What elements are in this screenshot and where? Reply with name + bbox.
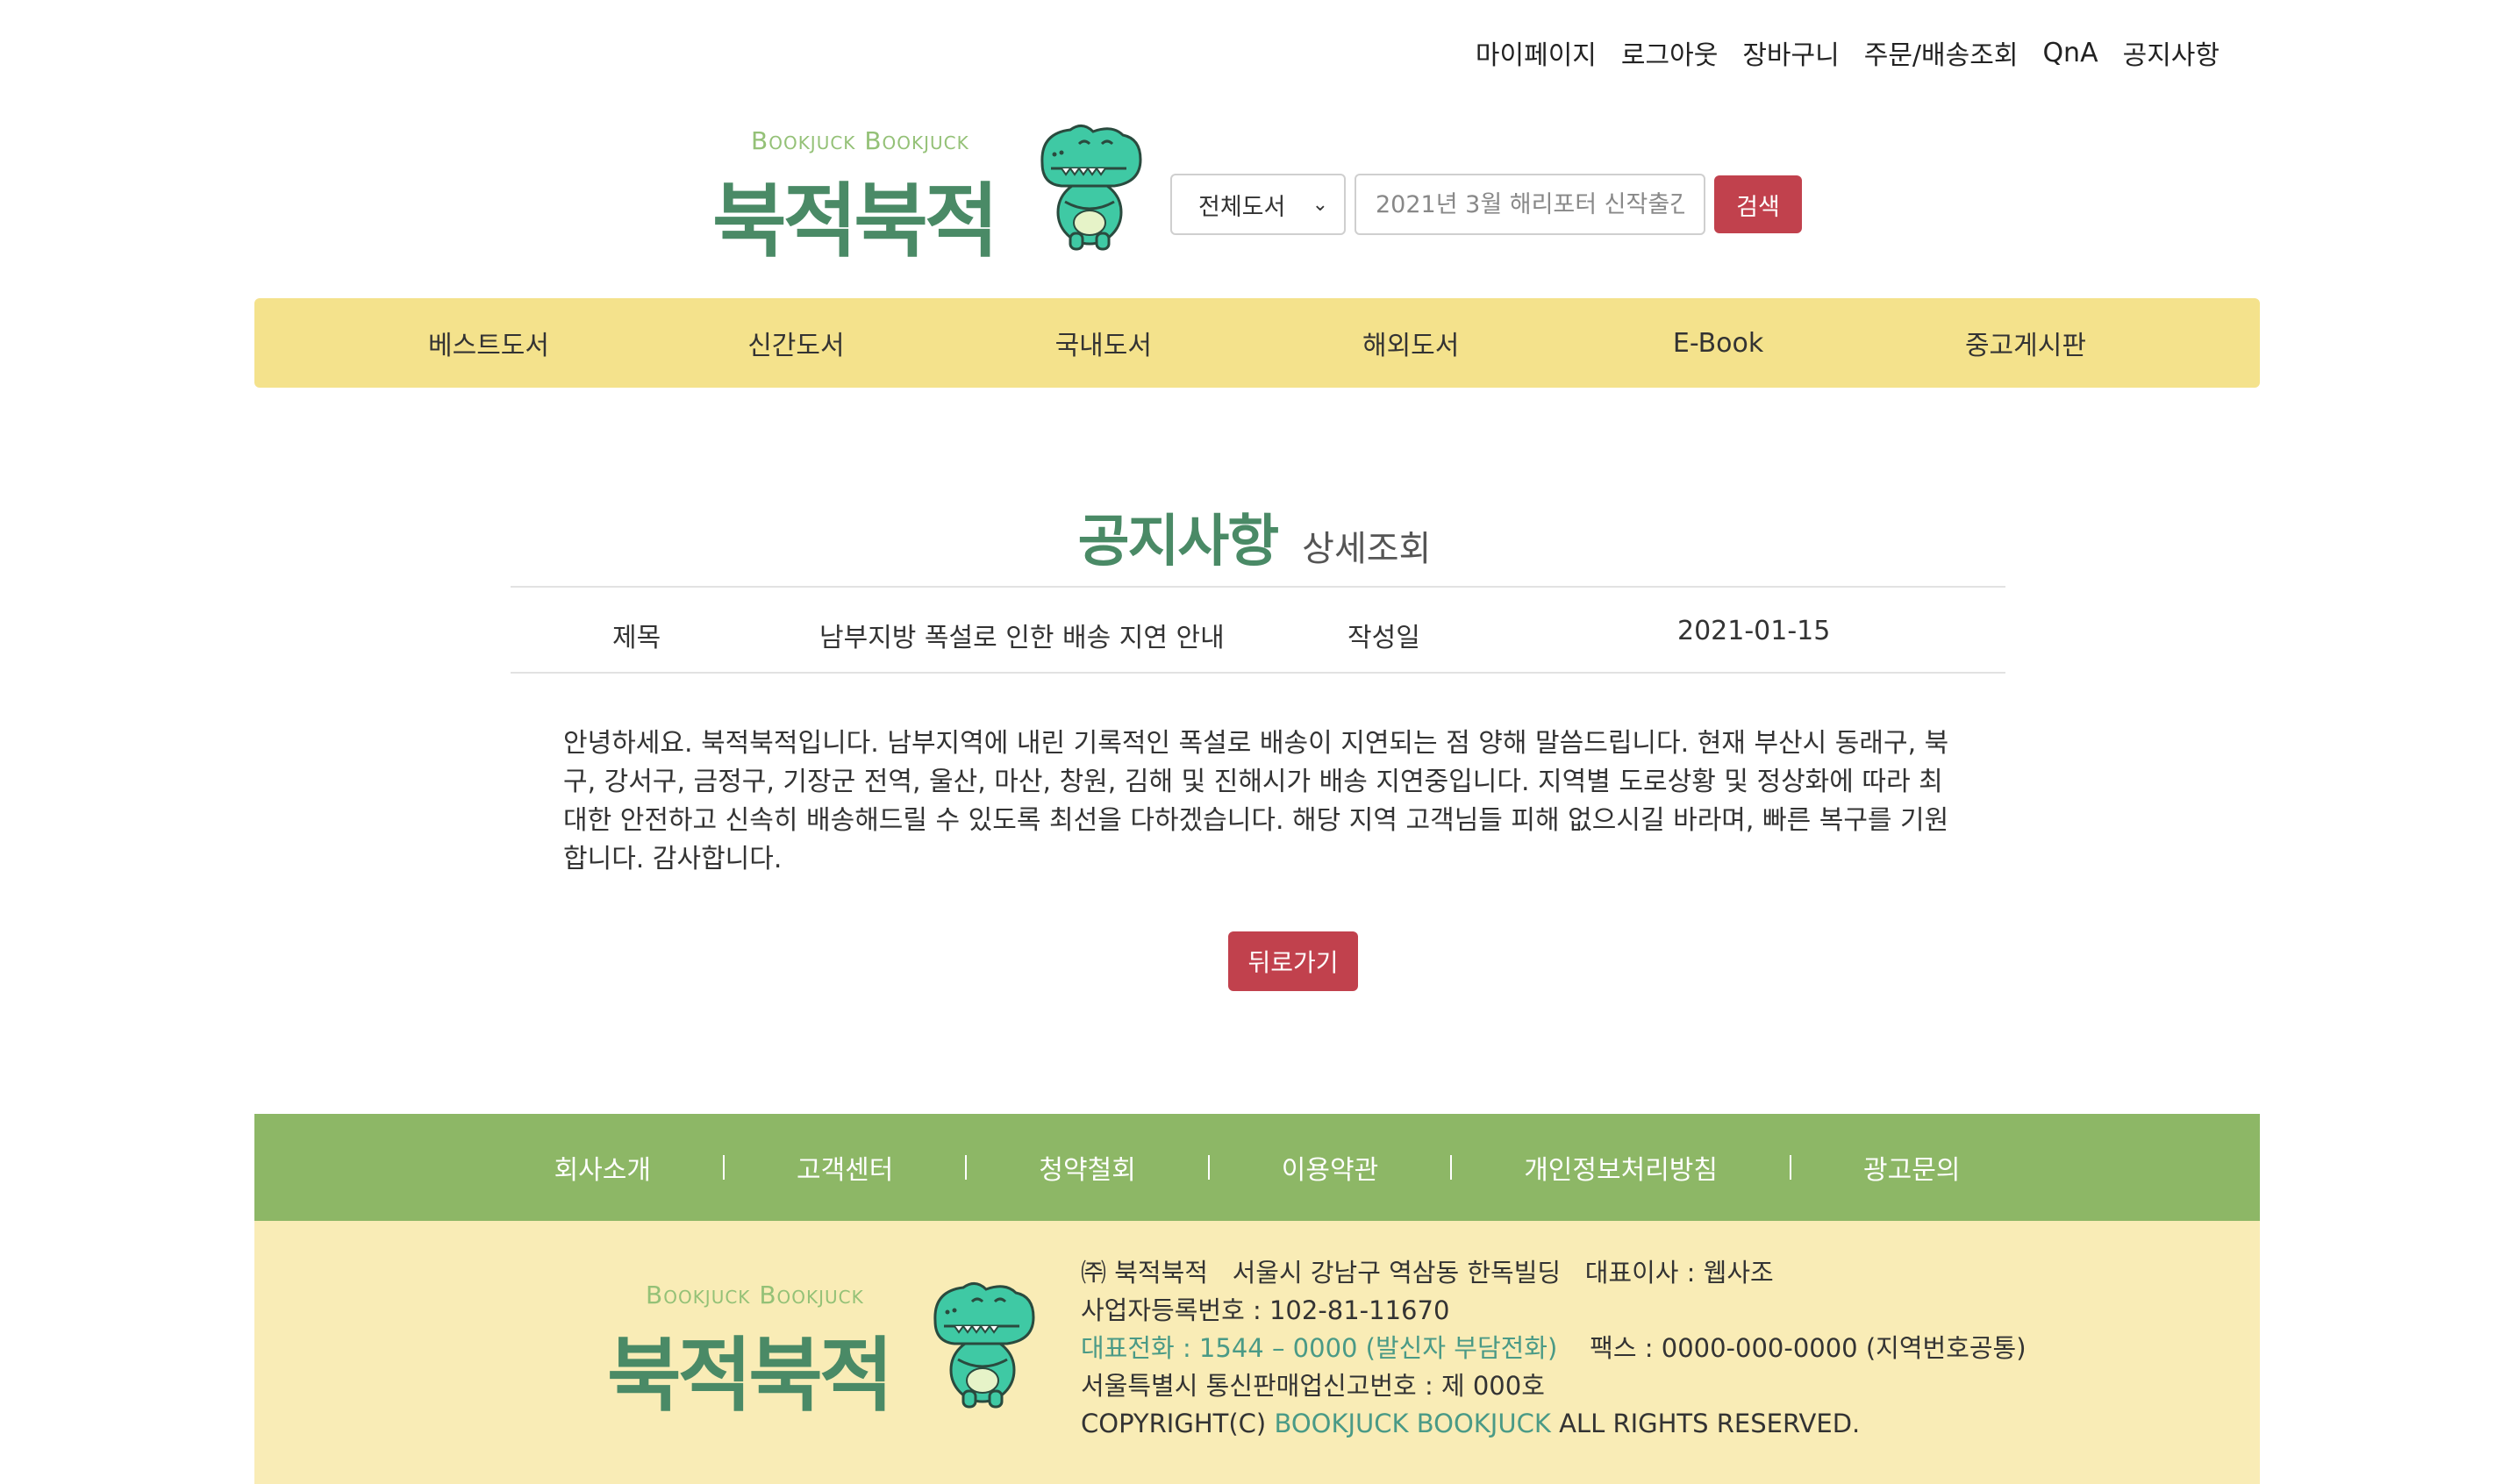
search-input[interactable] <box>1355 174 1705 235</box>
company-address: ㈜ 북적북적 서울시 강남구 역삼동 한독빌딩 대표이사 : 웹사조 <box>1081 1258 1774 1288</box>
divider <box>1207 1155 1210 1180</box>
notice-link[interactable]: 공지사항 <box>2123 33 2220 72</box>
back-button[interactable]: 뒤로가기 <box>1228 931 1358 991</box>
footer-links: 회사소개 고객센터 청약철회 이용약관 개인정보처리방침 광고문의 <box>254 1114 2260 1221</box>
footer-link-about[interactable]: 회사소개 <box>554 1148 651 1187</box>
category-nav: 베스트도서 신간도서 국내도서 해외도서 E-Book 중고게시판 <box>254 298 2260 388</box>
qna-link[interactable]: QnA <box>2042 38 2098 68</box>
footer-link-privacy[interactable]: 개인정보처리방침 <box>1524 1148 1718 1187</box>
date-label: 작성일 <box>1347 623 1420 653</box>
company-info: ㈜ 북적북적 서울시 강남구 역삼동 한독빌딩 대표이사 : 웹사조 사업자등록… <box>1081 1254 2026 1443</box>
top-utility-nav: 마이페이지 로그아웃 장바구니 주문/배송조회 QnA 공지사항 <box>1476 33 2220 72</box>
footer-link-ads[interactable]: 광고문의 <box>1863 1148 1960 1187</box>
footer-link-support[interactable]: 고객센터 <box>797 1148 893 1187</box>
page: 마이페이지 로그아웃 장바구니 주문/배송조회 QnA 공지사항 Bookjuc… <box>0 0 2509 1484</box>
copyright: COPYRIGHT(C) BOOKJUCK BOOKJUCK ALL RIGHT… <box>1081 1405 2026 1443</box>
divider <box>1450 1155 1453 1180</box>
nav-new-books[interactable]: 신간도서 <box>712 324 879 362</box>
footer-link-terms[interactable]: 이용약관 <box>1282 1148 1378 1187</box>
notice-title: 남부지방 폭설로 인한 배송 지연 안내 <box>819 623 1225 653</box>
site-logo[interactable]: Bookjuck Bookjuck 북적북적 <box>711 118 1149 268</box>
search-bar: 전체도서 ⌄ 검색 <box>1170 174 1802 235</box>
business-number: 사업자등록번호 : 102-81-11670 <box>1081 1295 1450 1325</box>
order-tracking-link[interactable]: 주문/배송조회 <box>1864 33 2019 72</box>
category-select[interactable]: 전체도서 ⌄ <box>1170 174 1346 235</box>
footer-link-withdrawal[interactable]: 청약철회 <box>1039 1148 1135 1187</box>
crocodile-mascot-icon <box>1040 125 1142 251</box>
logo-subtitle: Bookjuck Bookjuck <box>751 126 969 155</box>
logo-subtitle: Bookjuck Bookjuck <box>646 1281 864 1309</box>
notice-date: 2021-01-15 <box>1677 616 1831 646</box>
fax-number: 팩스 : 0000-000-0000 (지역번호공통) <box>1590 1333 2026 1363</box>
logo-wordmark: 북적북적 <box>607 1329 894 1423</box>
logout-link[interactable]: 로그아웃 <box>1621 33 1718 72</box>
footer-info: Bookjuck Bookjuck 북적북적 ㈜ 북적북적 서울시 강남구 역삼… <box>254 1221 2260 1484</box>
notice-body: 안녕하세요. 북적북적입니다. 남부지역에 내린 기록적인 폭설로 배송이 지연… <box>563 728 1949 874</box>
mail-order-number: 서울특별시 통신판매업신고번호 : 제 000호 <box>1081 1371 1545 1401</box>
title-label: 제목 <box>612 623 661 653</box>
nav-domestic-books[interactable]: 국내도서 <box>1020 324 1187 362</box>
divider <box>722 1155 725 1180</box>
page-heading: 공지사항 상세조회 <box>0 496 2509 577</box>
category-select-value: 전체도서 <box>1198 193 1286 221</box>
page-subtitle: 상세조회 <box>1302 529 1432 569</box>
copyright-brand: BOOKJUCK BOOKJUCK <box>1274 1409 1551 1438</box>
nav-ebook[interactable]: E-Book <box>1635 328 1802 359</box>
notice-meta-row: 제목 남부지방 폭설로 인한 배송 지연 안내 작성일 2021-01-15 <box>511 586 2005 674</box>
contact-line: 대표전화 : 1544 – 0000 (발신자 부담전화) 팩스 : 0000-… <box>1081 1330 2026 1367</box>
nav-foreign-books[interactable]: 해외도서 <box>1327 324 1494 362</box>
footer-logo: Bookjuck Bookjuck 북적북적 <box>607 1275 1046 1423</box>
search-button[interactable]: 검색 <box>1714 175 1802 233</box>
copyright-prefix: COPYRIGHT(C) <box>1081 1409 1275 1438</box>
nav-used-board[interactable]: 중고게시판 <box>1942 324 2109 362</box>
copyright-suffix: ALL RIGHTS RESERVED. <box>1550 1409 1861 1438</box>
phone-number: 대표전화 : 1544 – 0000 (발신자 부담전화) <box>1081 1333 1558 1363</box>
mypage-link[interactable]: 마이페이지 <box>1476 33 1597 72</box>
chevron-down-icon: ⌄ <box>1312 193 1328 216</box>
nav-bestseller[interactable]: 베스트도서 <box>405 324 572 362</box>
cart-link[interactable]: 장바구니 <box>1742 33 1839 72</box>
divider <box>965 1155 968 1180</box>
logo-wordmark: 북적북적 <box>712 175 999 268</box>
divider <box>1790 1155 1792 1180</box>
page-title: 공지사항 <box>1077 510 1280 574</box>
crocodile-mascot-icon <box>933 1282 1035 1409</box>
